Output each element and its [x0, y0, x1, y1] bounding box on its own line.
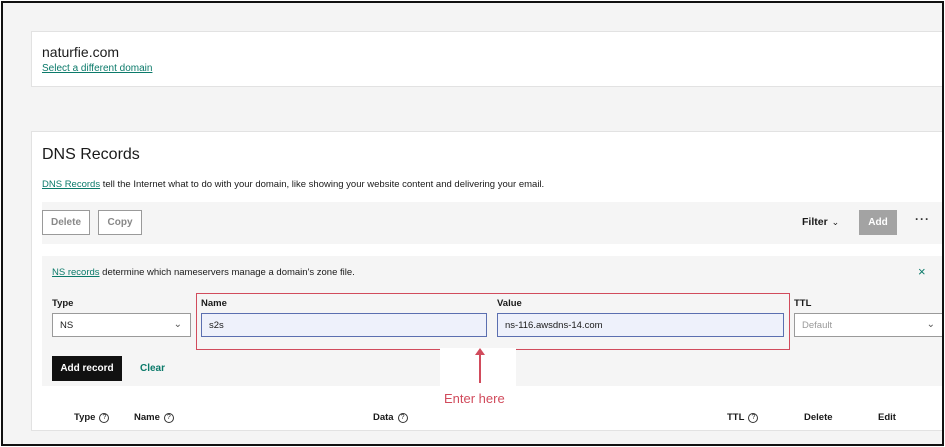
domain-name: naturfie.com [42, 44, 120, 60]
records-table-header: Type? Name? Data? TTL? Delete Edit [32, 412, 942, 428]
delete-button[interactable]: Delete [42, 210, 90, 235]
ns-records-link[interactable]: NS records [52, 267, 100, 278]
copy-button[interactable]: Copy [98, 210, 142, 235]
add-button[interactable]: Add [859, 210, 897, 235]
th-type[interactable]: Type? [74, 412, 110, 423]
type-select[interactable]: NS ⌄ [52, 313, 191, 337]
th-ttl[interactable]: TTL? [727, 412, 759, 423]
ttl-select-placeholder: Default [802, 319, 833, 331]
clear-button[interactable]: Clear [140, 363, 165, 374]
help-icon[interactable]: ? [163, 412, 174, 423]
th-data[interactable]: Data? [373, 412, 408, 423]
ttl-select[interactable]: Default ⌄ [794, 313, 942, 337]
filter-dropdown[interactable]: Filter ⌄ [802, 216, 839, 228]
th-delete: Delete [804, 412, 833, 423]
select-domain-link[interactable]: Select a different domain [42, 63, 152, 74]
help-icon[interactable]: ? [748, 412, 759, 423]
type-select-value: NS [60, 319, 74, 331]
dns-description-text: tell the Internet what to do with your d… [100, 179, 545, 190]
page-title: DNS Records [42, 146, 140, 163]
screenshot-frame: naturfie.com Select a different domain D… [1, 1, 944, 446]
records-toolbar: Delete Copy Filter ⌄ Add ··· [42, 202, 942, 244]
help-icon[interactable]: ? [397, 412, 408, 423]
annotation-label: Enter here [444, 391, 505, 406]
type-label: Type [52, 298, 74, 309]
dns-records-link[interactable]: DNS Records [42, 179, 100, 190]
th-edit: Edit [878, 412, 896, 423]
dns-description: DNS Records tell the Internet what to do… [42, 179, 544, 190]
arrow-up-icon [475, 348, 485, 355]
ns-info-rest: determine which nameservers manage a dom… [99, 267, 355, 278]
th-name[interactable]: Name? [134, 412, 174, 423]
chevron-down-icon: ⌄ [926, 319, 935, 330]
annotation-highlight-box [196, 293, 790, 350]
close-icon[interactable]: × [918, 264, 926, 279]
ttl-label: TTL [794, 298, 812, 309]
chevron-down-icon: ⌄ [173, 319, 182, 330]
annotation-arrow [479, 351, 481, 383]
chevron-down-icon: ⌄ [831, 217, 840, 227]
help-icon[interactable]: ? [99, 412, 110, 423]
filter-label: Filter [802, 216, 828, 228]
more-options-icon[interactable]: ··· [915, 212, 930, 226]
domain-card: naturfie.com Select a different domain [31, 31, 942, 87]
add-record-button[interactable]: Add record [52, 356, 122, 381]
ns-info-text: NS records determine which nameservers m… [52, 267, 355, 278]
